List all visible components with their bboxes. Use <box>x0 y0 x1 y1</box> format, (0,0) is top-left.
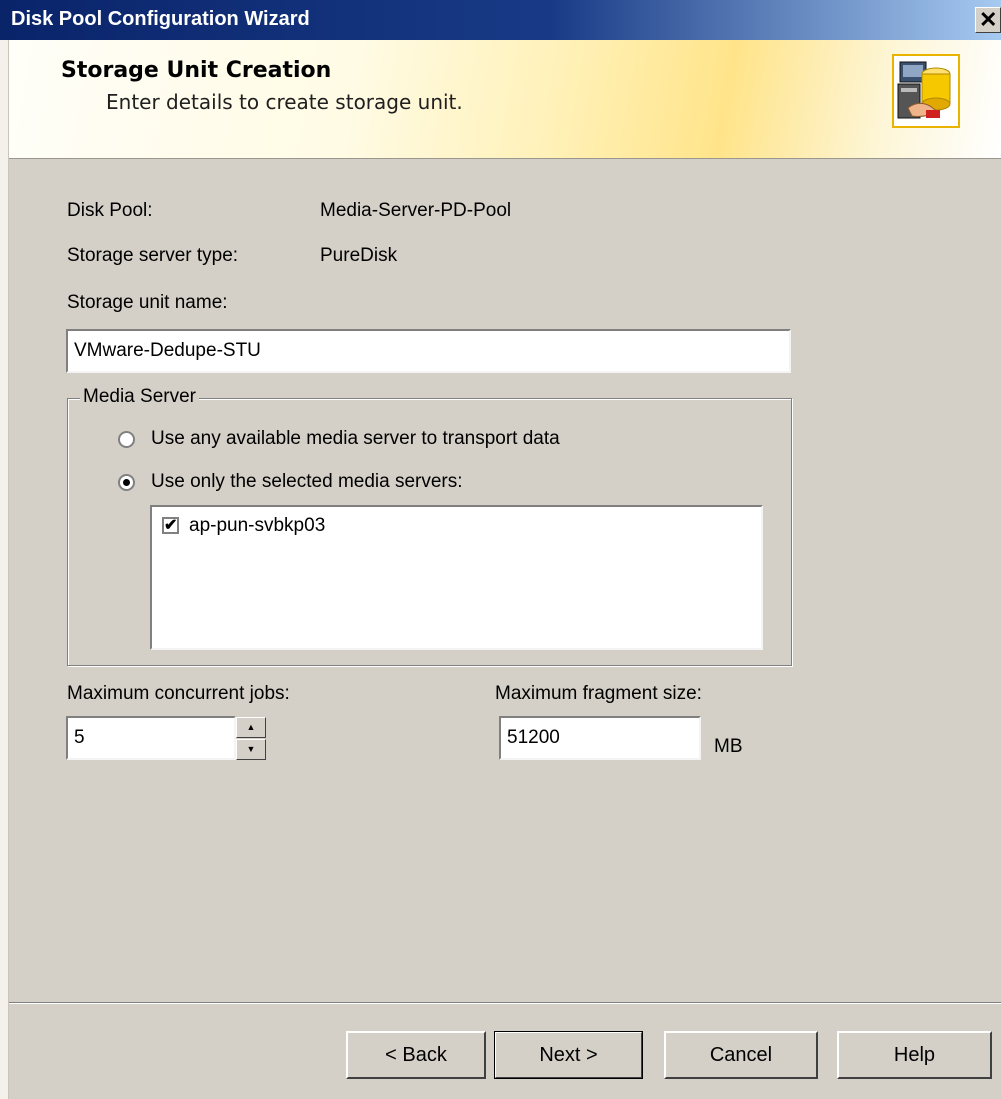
media-server-legend: Media Server <box>80 386 199 408</box>
spin-down-button[interactable]: ▼ <box>236 739 266 760</box>
storage-unit-name-label: Storage unit name: <box>67 292 228 313</box>
max-fragment-size-input[interactable]: 51200 <box>499 716 701 760</box>
max-fragment-size-value: 51200 <box>507 727 560 748</box>
disk-pool-label: Disk Pool: <box>67 200 153 221</box>
selected-media-servers-radio[interactable] <box>118 474 135 491</box>
page-subtitle: Enter details to create storage unit. <box>106 90 463 114</box>
window-title: Disk Pool Configuration Wizard <box>11 8 310 30</box>
close-icon: ✕ <box>979 7 998 32</box>
disk-storage-icon <box>892 54 960 128</box>
help-button[interactable]: Help <box>837 1031 992 1079</box>
storage-unit-name-input[interactable]: VMware-Dedupe-STU <box>66 329 791 373</box>
max-concurrent-jobs-input[interactable]: 5 <box>66 716 236 760</box>
spin-up-button[interactable]: ▲ <box>236 717 266 738</box>
radio-selected-dot <box>123 479 130 486</box>
storage-unit-name-value: VMware-Dedupe-STU <box>74 340 261 361</box>
back-button[interactable]: < Back <box>346 1031 486 1079</box>
cancel-button[interactable]: Cancel <box>664 1031 818 1079</box>
any-media-server-label[interactable]: Use any available media server to transp… <box>151 428 560 450</box>
server-checkbox[interactable]: ✔ <box>162 517 179 534</box>
title-bar[interactable]: Disk Pool Configuration Wizard ✕ <box>0 0 1001 40</box>
selected-media-servers-label[interactable]: Use only the selected media servers: <box>151 471 463 493</box>
cancel-button-label: Cancel <box>709 1044 773 1066</box>
wizard-window: Disk Pool Configuration Wizard ✕ Storage… <box>0 0 1001 1099</box>
any-media-server-radio[interactable] <box>118 431 135 448</box>
page-title: Storage Unit Creation <box>61 58 332 83</box>
max-concurrent-jobs-value: 5 <box>74 727 85 748</box>
fragment-unit-label: MB <box>714 736 743 757</box>
media-server-list[interactable]: ✔ ap-pun-svbkp03 <box>150 505 763 650</box>
wizard-header: Storage Unit Creation Enter details to c… <box>9 40 1001 159</box>
button-separator <box>9 1002 1001 1004</box>
next-button[interactable]: Next > <box>494 1031 643 1079</box>
disk-pool-value: Media-Server-PD-Pool <box>320 200 512 221</box>
next-button-label: Next > <box>539 1044 598 1066</box>
help-button-label: Help <box>893 1044 936 1066</box>
back-button-label: < Back <box>385 1044 447 1066</box>
max-concurrent-jobs-label: Maximum concurrent jobs: <box>67 683 290 704</box>
max-fragment-size-label: Maximum fragment size: <box>495 683 702 704</box>
check-icon: ✔ <box>164 517 178 534</box>
arrow-down-icon: ▼ <box>246 744 256 754</box>
arrow-up-icon: ▲ <box>246 722 256 732</box>
storage-server-type-label: Storage server type: <box>67 245 239 266</box>
window-left-edge <box>0 0 9 1099</box>
server-name: ap-pun-svbkp03 <box>189 515 326 536</box>
storage-server-type-value: PureDisk <box>320 245 398 266</box>
close-button[interactable]: ✕ <box>975 7 1001 33</box>
